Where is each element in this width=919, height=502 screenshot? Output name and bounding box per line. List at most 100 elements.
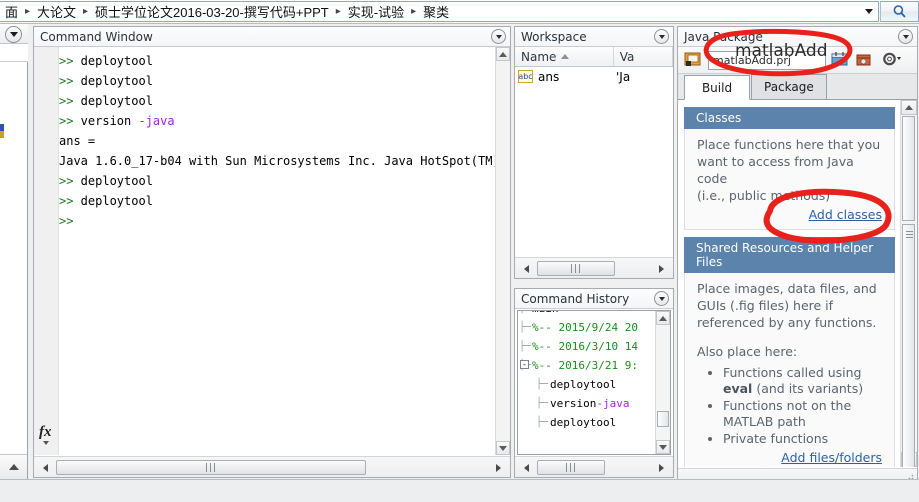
shared-desc-line-0: Place images, data files, and: [697, 281, 877, 296]
scroll-left-button[interactable]: [519, 261, 534, 276]
workspace-menu-button[interactable]: [654, 29, 669, 44]
workspace-column-value-label: Va: [619, 49, 635, 64]
list-item[interactable]: ├─main: [518, 311, 656, 318]
breadcrumb-item-4[interactable]: 聚类: [420, 2, 452, 21]
hscroll-thumb[interactable]: |||: [537, 261, 615, 276]
command-window-body[interactable]: fx >> deploytool >> deploytool >> deployto…: [34, 47, 510, 455]
scroll-up-button[interactable]: [901, 100, 917, 115]
scroll-up-button[interactable]: [496, 47, 510, 61]
command-window-horizontal-scrollbar[interactable]: |||: [34, 456, 510, 477]
collapse-toggle-icon[interactable]: -: [520, 360, 529, 369]
tab-package[interactable]: Package: [751, 74, 827, 99]
scroll-right-button[interactable]: [654, 261, 669, 276]
command-prompt: >>: [59, 54, 74, 68]
bullet-item: Functions called using eval (and its var…: [723, 365, 882, 397]
command-prompt: >>: [59, 214, 74, 228]
command-line: >> version -java: [59, 111, 496, 131]
open-project-icon: [684, 52, 701, 66]
panel-menu-icon: [658, 296, 665, 301]
java-package-content: Classes Place functions here that you wa…: [678, 100, 917, 467]
hscroll-thumb[interactable]: |||: [537, 460, 605, 475]
breadcrumb-item-0[interactable]: 面: [2, 2, 21, 21]
triangle-left-icon: [524, 463, 529, 472]
fx-icon[interactable]: fx: [39, 424, 52, 445]
classes-desc-line-1: want to access from Java code: [697, 154, 854, 186]
tab-build[interactable]: Build: [684, 75, 750, 100]
command-prompt: >>: [59, 174, 74, 188]
left-dock-strip: [0, 24, 28, 479]
package-button[interactable]: [854, 50, 874, 70]
add-files-folders-link[interactable]: Add files/folders: [697, 449, 882, 466]
scroll-down-button[interactable]: [496, 441, 510, 455]
add-classes-link[interactable]: Add classes: [697, 206, 882, 223]
hscroll-thumb[interactable]: |||: [56, 460, 366, 475]
vscroll-thumb-lower[interactable]: [902, 224, 915, 467]
chevron-down-glyph: [865, 9, 873, 14]
triangle-left-icon: [43, 463, 48, 472]
scroll-down-button[interactable]: [656, 440, 670, 454]
breadcrumb-item-3[interactable]: 实现-试验: [345, 2, 407, 21]
scroll-up-button[interactable]: [656, 311, 670, 325]
build-button[interactable]: [830, 50, 850, 70]
bullet-text: Functions not on the MATLAB path: [723, 398, 852, 429]
breadcrumb-item-2[interactable]: 硕士学位论文2016-03-20-撰写代码+PPT: [92, 2, 332, 21]
triangle-up-icon: [659, 315, 667, 321]
command-window-menu-button[interactable]: [491, 29, 506, 44]
command-history-horizontal-scrollbar[interactable]: |||: [515, 456, 673, 477]
command-window-vertical-scrollbar[interactable]: [495, 47, 510, 455]
workspace-column-value[interactable]: Va: [614, 47, 673, 66]
triangle-up-icon: [905, 105, 913, 110]
list-item[interactable]: ├─ %-- 2016/3/10 14: [518, 337, 656, 356]
open-project-button[interactable]: [684, 50, 704, 70]
tree-branch-icon: ├─: [535, 417, 548, 428]
list-item[interactable]: ├─ version -java: [518, 394, 656, 413]
list-item[interactable]: ├─ deploytool: [518, 413, 656, 432]
left-strip-row: [0, 44, 28, 62]
java-package-tabs: Build Package: [678, 74, 917, 100]
vscroll-thumb-upper[interactable]: [902, 116, 915, 221]
workspace-horizontal-scrollbar[interactable]: |||: [515, 257, 673, 278]
settings-button[interactable]: [881, 50, 901, 70]
command-history-list: ├─main├─%-- 2015/9/24 20├─%-- 2016/3/10 …: [518, 311, 656, 432]
list-item[interactable]: ├─ deploytool: [518, 375, 656, 394]
workspace-column-name[interactable]: Name: [515, 47, 614, 66]
command-text: deploytool: [73, 74, 153, 88]
history-command-entry: version: [550, 397, 597, 410]
scroll-left-button[interactable]: [38, 460, 53, 475]
breadcrumb[interactable]: 面 ▸ 大论文 ▸ 硕士学位论文2016-03-20-撰写代码+PPT ▸ 实现…: [0, 1, 879, 22]
workspace-title: Workspace: [521, 29, 587, 44]
list-item[interactable]: -├─%-- 2016/3/21 9:: [518, 356, 656, 375]
breadcrumb-separator: ▸: [83, 6, 89, 17]
java-package-panel: Java Package matlabAdd.prj Build Package…: [677, 26, 918, 486]
address-bar: 面 ▸ 大论文 ▸ 硕士学位论文2016-03-20-撰写代码+PPT ▸ 实现…: [0, 0, 919, 24]
scroll-left-button[interactable]: [519, 460, 534, 475]
chevron-down-icon[interactable]: [860, 2, 878, 21]
breadcrumb-item-1[interactable]: 大论文: [34, 2, 79, 21]
left-strip-collapse-button[interactable]: [0, 454, 27, 479]
command-line: >>: [59, 211, 496, 231]
workspace-variable-name: ans: [538, 69, 560, 84]
search-button[interactable]: [880, 1, 919, 22]
table-row[interactable]: abc ans 'Ja: [515, 67, 673, 86]
java-package-vertical-scrollbar[interactable]: [900, 100, 917, 467]
command-window-gutter: fx: [34, 47, 59, 455]
left-strip-menu-button[interactable]: [5, 26, 22, 43]
workspace-variable-list[interactable]: abc ans 'Ja: [515, 67, 673, 257]
breadcrumb-separator: ▸: [25, 6, 31, 17]
command-history-body[interactable]: ├─main├─%-- 2015/9/24 20├─%-- 2016/3/10 …: [517, 310, 671, 455]
command-history-menu-button[interactable]: [654, 291, 669, 306]
scroll-right-button[interactable]: [654, 460, 669, 475]
command-history-vertical-scrollbar[interactable]: [655, 311, 670, 454]
panel-menu-icon: [902, 34, 909, 39]
panel-menu-icon: [9, 32, 18, 37]
command-flag: -java: [138, 114, 175, 128]
vscroll-thumb[interactable]: [657, 411, 669, 427]
section-header-shared-resources: Shared Resources and Helper Files: [684, 237, 895, 273]
list-item[interactable]: ├─ %-- 2015/9/24 20: [518, 318, 656, 337]
java-package-menu-button[interactable]: [898, 29, 913, 44]
search-icon: [893, 5, 906, 18]
scroll-right-button[interactable]: [491, 460, 506, 475]
history-command-entry: main: [532, 311, 559, 318]
workspace-column-headers: Name Va: [515, 47, 673, 67]
workspace-titlebar: Workspace: [515, 27, 673, 47]
